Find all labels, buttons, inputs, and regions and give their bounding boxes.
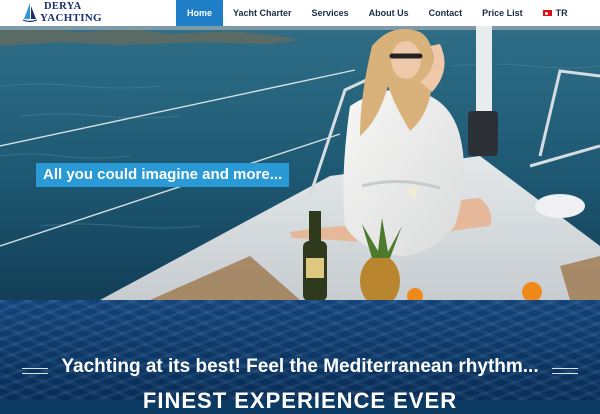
nav-price-list[interactable]: Price List bbox=[472, 0, 533, 26]
section-headline: Yachting at its best! Feel the Mediterra… bbox=[61, 356, 539, 377]
nav-yacht-charter[interactable]: Yacht Charter bbox=[223, 0, 302, 26]
hero-banner: All you could imagine and more... bbox=[0, 26, 600, 300]
brand-logo[interactable]: DERYA YACHTING bbox=[20, 1, 110, 25]
turkey-flag-icon bbox=[542, 10, 552, 16]
language-label: TR bbox=[555, 8, 568, 18]
nav-home[interactable]: Home bbox=[176, 0, 224, 26]
brand-name-line1: DERYA bbox=[44, 1, 82, 12]
main-nav: Home Yacht Charter Services About Us Con… bbox=[176, 0, 578, 26]
nav-about-us[interactable]: About Us bbox=[359, 0, 419, 26]
brand-name-line2: YACHTING bbox=[40, 12, 102, 24]
headline-divider-right bbox=[552, 368, 578, 374]
nav-contact[interactable]: Contact bbox=[419, 0, 473, 26]
intro-section: Yachting at its best! Feel the Mediterra… bbox=[0, 300, 600, 400]
language-switcher[interactable]: TR bbox=[533, 0, 578, 26]
sailboat-icon bbox=[22, 3, 38, 23]
site-header: DERYA YACHTING Home Yacht Charter Servic… bbox=[0, 0, 600, 26]
nav-services[interactable]: Services bbox=[302, 0, 359, 26]
section-subheadline: FINEST EXPERIENCE EVER bbox=[142, 388, 458, 413]
hero-tagline: All you could imagine and more... bbox=[36, 163, 290, 187]
